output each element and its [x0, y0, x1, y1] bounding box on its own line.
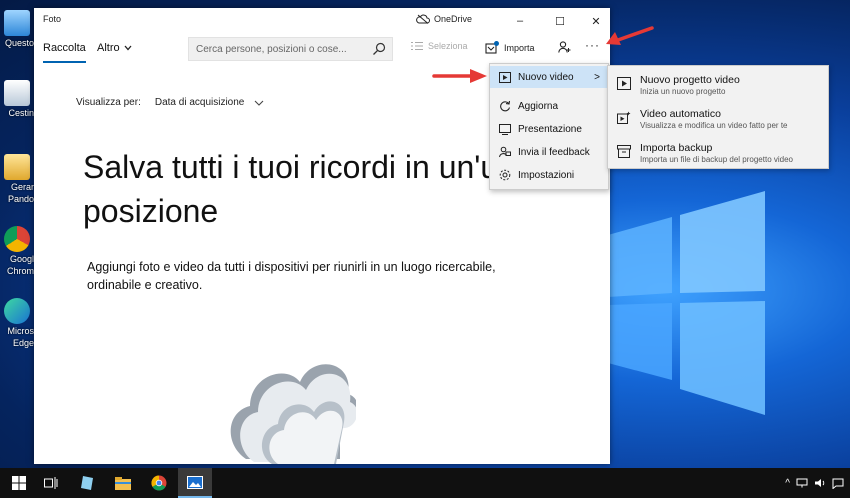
speaker-icon[interactable] — [814, 478, 826, 488]
feedback-icon — [499, 146, 511, 158]
recycle-bin-icon — [4, 80, 30, 106]
task-view-button[interactable] — [34, 468, 68, 498]
window-title: Foto — [43, 14, 62, 24]
desktop-icons: Questo Cestin Gerar Pando Googl Chrom Mi… — [0, 0, 34, 468]
tab-altro[interactable]: Altro — [97, 42, 132, 54]
submenu-item-desc: Inizia un nuovo progetto — [640, 87, 726, 96]
view-by-value: Data di acquisizione — [154, 97, 245, 108]
taskbar-notepad[interactable] — [70, 468, 104, 498]
select-list-icon — [411, 42, 423, 50]
taskbar-chrome[interactable] — [142, 468, 176, 498]
menu-item-label: Invia il feedback — [518, 146, 590, 158]
menu-item-presentazione[interactable]: Presentazione — [490, 118, 608, 140]
start-button[interactable] — [2, 468, 36, 498]
desktop-icon-recycle-bin[interactable]: Cestin — [4, 80, 34, 118]
toolbar: Raccolta Altro Seleziona Importa ··· — [34, 34, 610, 64]
view-by-label: Visualizza per: — [76, 97, 141, 108]
search-box[interactable] — [188, 37, 393, 61]
photos-icon — [187, 475, 203, 489]
chrome-icon — [4, 226, 30, 252]
chevron-right-icon: > — [594, 71, 600, 83]
menu-item-impostazioni[interactable]: Impostazioni — [490, 164, 608, 186]
select-button[interactable]: Seleziona — [411, 41, 468, 51]
system-tray: ^ — [785, 468, 844, 498]
page-subtext: Aggiungi foto e video da tutti i disposi… — [87, 258, 557, 294]
select-label: Seleziona — [428, 41, 468, 51]
view-by-dropdown[interactable]: Data di acquisizione — [155, 97, 265, 108]
network-icon[interactable] — [796, 478, 808, 488]
computer-icon — [4, 10, 30, 36]
chevron-up-icon[interactable]: ^ — [785, 478, 790, 489]
desktop-icon-this-pc[interactable]: Questo — [4, 10, 34, 48]
tab-raccolta[interactable]: Raccolta — [43, 42, 86, 63]
onedrive-status[interactable]: OneDrive — [416, 14, 472, 24]
submenu-item-video-automatico[interactable]: Video automatico Visualizza e modifica u… — [608, 102, 828, 134]
submenu-item-title: Importa backup — [640, 142, 713, 154]
onedrive-label: OneDrive — [434, 14, 473, 24]
nuovo-video-submenu: Nuovo progetto video Inizia un nuovo pro… — [607, 65, 829, 169]
menu-item-label: Impostazioni — [518, 169, 575, 181]
headline-line-2: posizione — [83, 193, 219, 229]
maximize-button[interactable]: ☐ — [542, 8, 578, 34]
menu-item-nuovo-video[interactable]: Nuovo video > — [490, 66, 608, 88]
menu-item-label: Aggiorna — [518, 100, 559, 112]
search-input[interactable] — [196, 43, 366, 55]
taskbar: ^ — [0, 468, 850, 498]
submenu-item-desc: Importa un file di backup del progetto v… — [640, 155, 793, 164]
menu-item-feedback[interactable]: Invia il feedback — [490, 141, 608, 163]
submenu-item-title: Video automatico — [640, 108, 721, 120]
submenu-item-title: Nuovo progetto video — [640, 74, 740, 86]
menu-item-label: Nuovo video — [518, 71, 574, 83]
desktop-icon-chrome[interactable]: Googl Chrom — [4, 226, 34, 276]
notepad-icon — [81, 476, 93, 490]
windows-start-icon — [12, 476, 26, 490]
tab-altro-label: Altro — [97, 42, 120, 54]
task-view-icon — [44, 477, 58, 489]
slideshow-icon — [499, 123, 511, 135]
auto-video-icon — [617, 111, 631, 124]
title-bar: Foto OneDrive – ☐ ✕ — [34, 8, 610, 34]
subtext-line-2: ordinabile e creativo. — [87, 278, 203, 292]
import-icon — [485, 41, 499, 54]
chevron-down-icon — [254, 100, 264, 106]
taskbar-photos[interactable] — [178, 468, 212, 498]
video-icon — [499, 71, 511, 83]
import-button[interactable]: Importa — [485, 41, 535, 54]
user-folder-icon — [4, 154, 30, 180]
desktop-icon-edge[interactable]: Micros Edge — [4, 298, 34, 348]
chevron-down-icon — [124, 45, 132, 51]
windows-logo-wallpaper — [608, 191, 765, 415]
import-label: Importa — [504, 42, 535, 53]
menu-item-label: Presentazione — [518, 123, 582, 135]
refresh-icon — [500, 100, 511, 112]
subtext-line-1: Aggiungi foto e video da tutti i disposi… — [87, 260, 496, 274]
submenu-item-nuovo-progetto[interactable]: Nuovo progetto video Inizia un nuovo pro… — [608, 68, 828, 100]
submenu-item-desc: Visualizza e modifica un video fatto per… — [640, 121, 788, 130]
video-project-icon — [617, 77, 631, 90]
annotation-arrow-left — [432, 69, 487, 83]
person-add-icon — [558, 41, 571, 53]
menu-item-aggiorna[interactable]: Aggiorna — [490, 95, 608, 117]
view-by-row: Visualizza per: Data di acquisizione — [76, 97, 264, 108]
chrome-icon — [151, 475, 167, 491]
edge-icon — [4, 298, 30, 324]
more-options-button[interactable]: ··· — [585, 38, 600, 52]
notification-icon[interactable] — [832, 478, 844, 489]
annotation-arrow-right — [606, 26, 654, 45]
archive-icon — [617, 145, 631, 158]
file-explorer-icon — [115, 476, 131, 490]
onedrive-cloud-icon — [416, 14, 430, 24]
more-options-menu: Nuovo video > Aggiorna Presentazione Inv… — [489, 63, 609, 190]
minimize-button[interactable]: – — [502, 8, 538, 34]
submenu-item-importa-backup[interactable]: Importa backup Importa un file di backup… — [608, 136, 828, 168]
search-icon[interactable] — [372, 42, 386, 56]
desktop-icon-user-folder[interactable]: Gerar Pando — [4, 154, 34, 204]
cloud-illustration — [230, 364, 356, 464]
settings-icon — [499, 169, 511, 181]
people-button[interactable] — [558, 41, 571, 53]
taskbar-file-explorer[interactable] — [106, 468, 140, 498]
